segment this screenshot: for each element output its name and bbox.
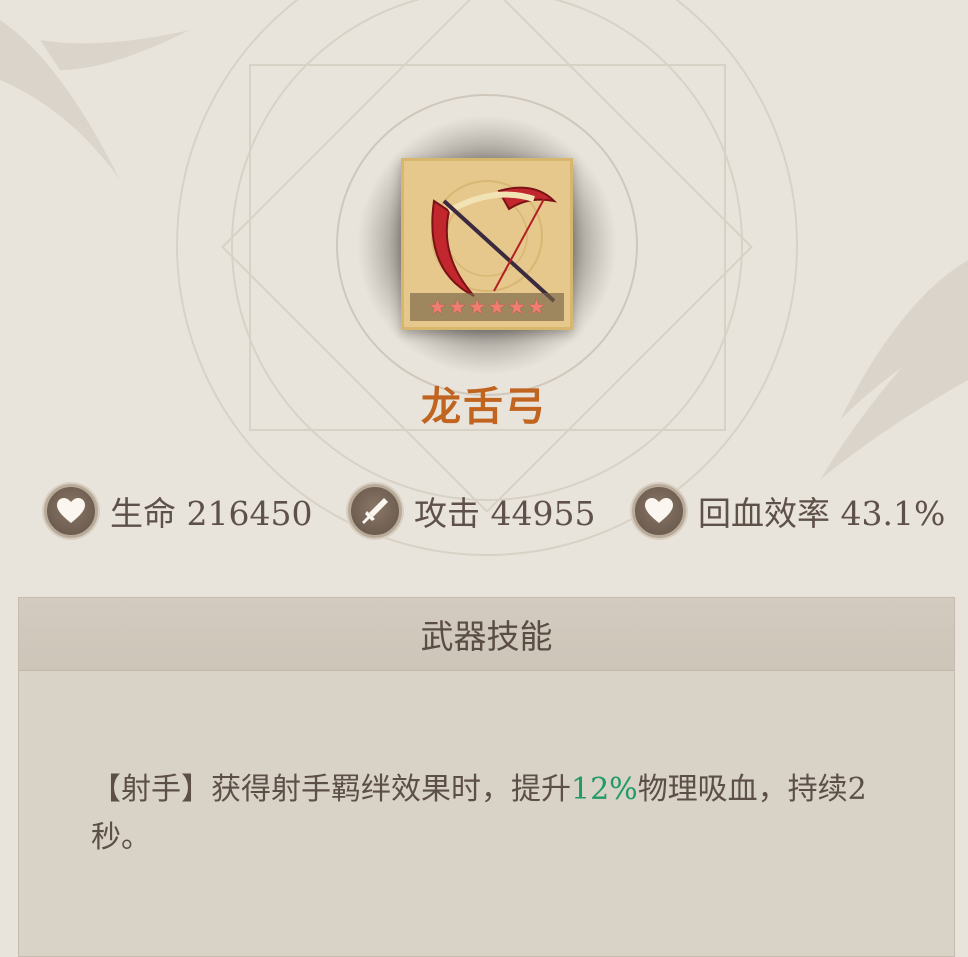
stat-attack: 攻击 44955 [348, 483, 595, 539]
weapon-skill-panel: 武器技能 【射手】获得射手羁绊效果时，提升12%物理吸血，持续2秒。 [18, 597, 955, 957]
star-icon: ★ [447, 294, 467, 319]
skill-description: 【射手】获得射手羁绊效果时，提升12%物理吸血，持续2秒。 [91, 766, 891, 862]
star-icon: ★ [507, 294, 527, 319]
stat-hp: 生命 216450 [44, 483, 312, 539]
star-icon: ★ [487, 294, 507, 319]
skill-text-part: 【射手】获得射手羁绊效果时，提升 [91, 772, 571, 807]
stat-label: 回血效率 [698, 494, 830, 533]
stat-label: 攻击 [414, 494, 480, 533]
stat-value: 43.1% [840, 494, 946, 533]
heart-icon [632, 484, 686, 538]
weapon-icon-frame[interactable]: ★ ★ ★ ★ ★ ★ [401, 158, 573, 330]
star-icon: ★ [467, 294, 487, 319]
weapon-name: 龙舌弓 [421, 384, 547, 430]
stat-value: 44955 [490, 494, 596, 533]
dagger-icon [348, 484, 402, 538]
skill-highlight-value: 12% [571, 772, 638, 807]
panel-title: 武器技能 [19, 598, 954, 671]
star-icon: ★ [527, 294, 546, 319]
star-rating: ★ ★ ★ ★ ★ ★ [410, 293, 564, 321]
stat-heal-efficiency: 回血效率 43.1% [632, 483, 945, 539]
stat-label: 生命 [110, 494, 176, 533]
heart-icon [44, 484, 98, 538]
stat-value: 216450 [186, 494, 313, 533]
star-icon: ★ [428, 294, 447, 319]
